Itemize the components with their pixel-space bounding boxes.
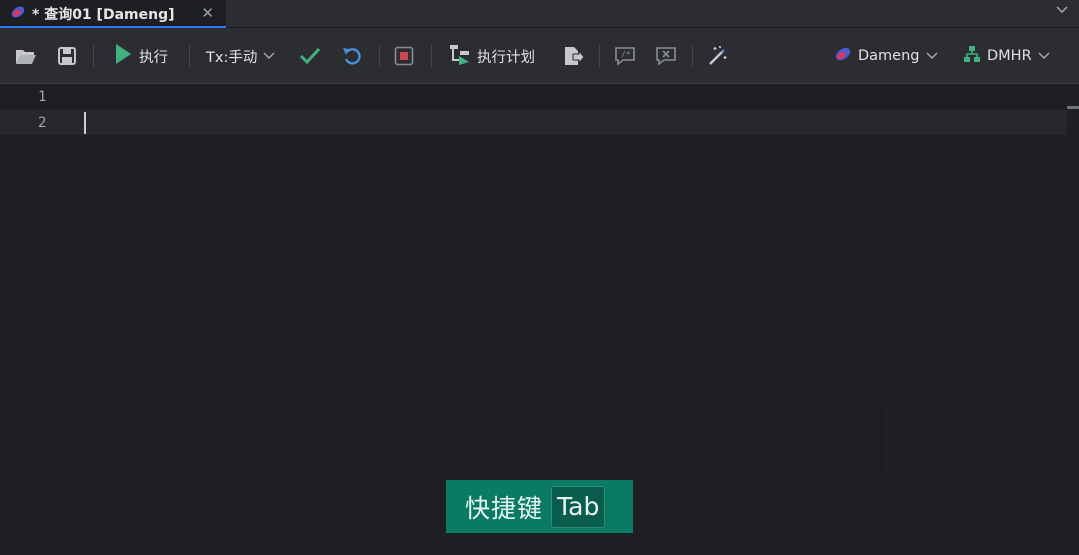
- open-folder-icon[interactable]: [15, 44, 37, 68]
- toolbar-divider: [431, 45, 432, 67]
- execute-label: 执行: [139, 49, 168, 66]
- svg-text:/*: /*: [621, 50, 631, 59]
- toolbar-divider: [692, 45, 693, 67]
- shortcut-label: 快捷键: [465, 493, 544, 523]
- save-icon[interactable]: [57, 44, 77, 68]
- comment-icon[interactable]: /*: [614, 44, 636, 68]
- uncomment-icon[interactable]: [655, 44, 677, 68]
- schema-icon: [963, 45, 981, 67]
- text-caret: [84, 112, 86, 134]
- tx-mode-dropdown[interactable]: Tx:手动: [206, 44, 275, 68]
- scrollbar-marker[interactable]: [1067, 106, 1079, 109]
- schema-label: DMHR: [987, 48, 1032, 64]
- datasource-label: Dameng: [858, 48, 920, 64]
- chevron-down-icon: [926, 49, 938, 64]
- tab-title: * 查询01 [Dameng]: [32, 6, 175, 23]
- stop-icon[interactable]: [394, 44, 414, 68]
- shortcut-key: Tab: [551, 485, 606, 528]
- schema-dropdown[interactable]: DMHR: [963, 44, 1050, 68]
- dameng-logo-icon: [10, 4, 26, 24]
- explain-plan-label: 执行计划: [477, 49, 535, 66]
- query-tab[interactable]: * 查询01 [Dameng] ✕: [0, 0, 226, 28]
- chevron-down-icon: [263, 49, 275, 64]
- shortcut-hint-overlay: 快捷键 Tab: [446, 480, 633, 533]
- chevron-down-icon[interactable]: [1055, 2, 1069, 20]
- background-artifact: [250, 404, 251, 474]
- editor-tab-bar: * 查询01 [Dameng] ✕: [0, 0, 1079, 28]
- dameng-logo-icon: [834, 46, 852, 66]
- commit-check-icon[interactable]: [299, 44, 321, 68]
- magic-wand-icon[interactable]: [707, 44, 729, 68]
- toolbar-divider: [379, 45, 380, 67]
- datasource-dropdown[interactable]: Dameng: [834, 44, 938, 68]
- current-line-highlight: [0, 110, 1067, 135]
- toolbar: 执行 Tx:手动 执行计划 /* Dameng DMHR: [0, 28, 1079, 84]
- line-number-gutter: 1 2: [0, 84, 70, 555]
- toolbar-divider: [189, 45, 190, 67]
- play-icon: [113, 43, 133, 69]
- explain-plan-button[interactable]: 执行计划: [449, 44, 535, 68]
- toolbar-divider: [93, 45, 94, 67]
- background-artifact: [886, 404, 887, 474]
- close-icon[interactable]: ✕: [201, 4, 214, 22]
- rollback-icon[interactable]: [342, 44, 362, 68]
- toolbar-divider: [599, 45, 600, 67]
- line-number: 2: [38, 115, 47, 131]
- execution-plan-icon: [449, 43, 471, 69]
- chevron-down-icon: [1038, 49, 1050, 64]
- execute-button[interactable]: 执行: [113, 44, 168, 68]
- tx-mode-label: Tx:手动: [206, 49, 258, 66]
- export-script-icon[interactable]: [562, 44, 584, 68]
- line-number: 1: [38, 89, 47, 105]
